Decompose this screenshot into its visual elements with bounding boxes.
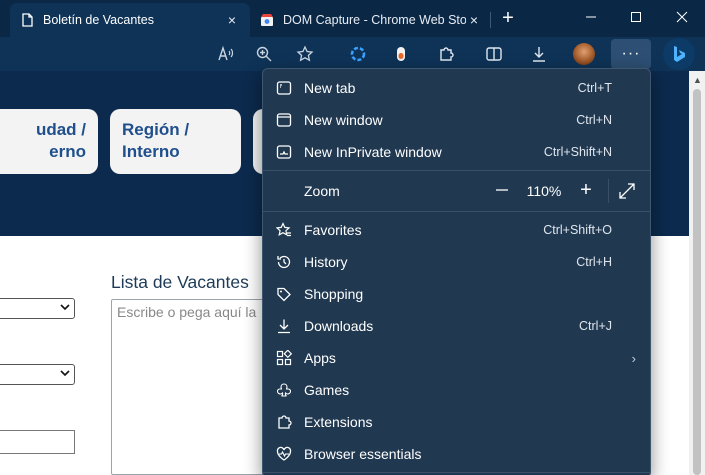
read-aloud-icon[interactable] — [213, 41, 239, 67]
scrollbar-thumb[interactable] — [693, 89, 701, 475]
extension-pill-icon[interactable] — [388, 41, 414, 67]
card-line: Interno — [122, 142, 180, 161]
menu-item-favorites[interactable]: Favorites Ctrl+Shift+O — [263, 214, 650, 246]
menu-item-label: Extensions — [304, 414, 373, 430]
menu-item-apps[interactable]: Apps › — [263, 342, 650, 374]
new-tab-button[interactable]: + — [497, 7, 519, 29]
settings-menu: New tab Ctrl+T New window Ctrl+N New InP… — [262, 68, 651, 475]
menu-item-label: New window — [304, 112, 383, 128]
zoom-in-button[interactable]: + — [575, 179, 597, 201]
card-line: Región / — [122, 120, 190, 139]
menu-item-new-window[interactable]: New window Ctrl+N — [263, 104, 650, 136]
shopping-tag-icon — [275, 285, 293, 303]
zoom-label: Zoom — [304, 183, 340, 199]
menu-item-label: History — [304, 254, 348, 270]
scroll-up-icon[interactable]: ▲ — [693, 75, 702, 85]
favorites-icon — [275, 221, 293, 239]
browser-essentials-icon — [275, 445, 293, 463]
menu-item-label: Browser essentials — [304, 446, 422, 462]
dropdown-select[interactable] — [0, 298, 75, 319]
card-line: erno — [49, 142, 86, 161]
fullscreen-icon[interactable] — [617, 181, 641, 205]
menu-item-shopping[interactable]: Shopping — [263, 278, 650, 310]
menu-item-new-tab[interactable]: New tab Ctrl+T — [263, 72, 650, 104]
menu-item-shortcut: Ctrl+Shift+N — [543, 145, 612, 159]
tab-strip: Boletín de Vacantes × DOM Capture - Chro… — [0, 0, 705, 37]
downloads-icon — [275, 317, 293, 335]
tab-dom-capture[interactable]: DOM Capture - Chrome Web Sto × — [252, 3, 490, 37]
zoom-separator — [608, 179, 609, 203]
chevron-right-icon: › — [631, 350, 636, 366]
chevron-down-icon — [60, 368, 70, 378]
menu-item-history[interactable]: History Ctrl+H — [263, 246, 650, 278]
tab-close-icon[interactable]: × — [466, 12, 482, 28]
new-tab-icon — [275, 79, 293, 97]
menu-item-downloads[interactable]: Downloads Ctrl+J — [263, 310, 650, 342]
maximize-button[interactable] — [625, 6, 647, 28]
extension-circle-icon[interactable] — [345, 41, 371, 67]
favorite-star-icon[interactable] — [292, 41, 318, 67]
dropdown-select[interactable] — [0, 364, 75, 385]
document-favicon-icon — [20, 13, 34, 27]
close-window-button[interactable] — [671, 6, 693, 28]
downloads-icon[interactable] — [526, 41, 552, 67]
menu-item-browser-essentials[interactable]: Browser essentials — [263, 438, 650, 470]
inprivate-icon — [275, 143, 293, 161]
page-scrollbar[interactable]: ▲ — [689, 71, 705, 475]
avatar — [573, 43, 595, 65]
zoom-level: 110% — [526, 183, 562, 199]
tab-title: Boletín de Vacantes — [43, 13, 154, 27]
menu-separator — [263, 211, 650, 212]
zoom-icon[interactable] — [251, 41, 277, 67]
menu-item-label: Shopping — [304, 286, 364, 302]
menu-item-label: Favorites — [304, 222, 362, 238]
split-screen-icon[interactable] — [481, 41, 507, 67]
menu-item-shortcut: Ctrl+H — [576, 255, 612, 269]
minimize-button[interactable] — [580, 6, 602, 28]
browser-window: Boletín de Vacantes × DOM Capture - Chro… — [0, 0, 705, 475]
vacancy-list-textarea[interactable]: Escribe o pega aquí la — [111, 299, 271, 475]
chrome-web-store-favicon-icon — [260, 13, 274, 27]
menu-item-games[interactable]: Games — [263, 374, 650, 406]
bing-copilot-icon[interactable] — [663, 38, 695, 70]
apps-icon — [275, 349, 293, 367]
new-window-icon — [275, 111, 293, 129]
filter-card-region[interactable]: Región / Interno — [110, 109, 241, 174]
menu-item-new-inprivate-window[interactable]: New InPrivate window Ctrl+Shift+N — [263, 136, 650, 168]
menu-item-label: Apps — [304, 350, 336, 366]
menu-item-shortcut: Ctrl+T — [577, 81, 612, 95]
games-icon — [275, 381, 293, 399]
card-line: udad / — [35, 120, 86, 139]
menu-item-shortcut: Ctrl+Shift+O — [543, 223, 612, 237]
history-icon — [275, 253, 293, 271]
menu-separator — [263, 170, 650, 171]
menu-separator — [263, 472, 650, 473]
menu-item-shortcut: Ctrl+N — [576, 113, 612, 127]
profile-avatar[interactable] — [571, 41, 597, 67]
zoom-row: Zoom 110% + — [263, 173, 650, 211]
menu-item-label: New InPrivate window — [304, 144, 442, 160]
toolbar: ··· — [0, 37, 705, 71]
settings-more-icon[interactable]: ··· — [611, 39, 651, 69]
menu-item-extensions[interactable]: Extensions — [263, 406, 650, 438]
menu-item-shortcut: Ctrl+J — [579, 319, 612, 333]
chevron-down-icon — [60, 302, 70, 312]
menu-item-label: Games — [304, 382, 350, 398]
menu-item-label: Downloads — [304, 318, 374, 334]
extensions-icon — [275, 413, 293, 431]
text-input[interactable] — [0, 430, 75, 454]
filter-card-unidad[interactable]: udad / erno — [0, 109, 98, 174]
tab-close-icon[interactable]: × — [224, 12, 240, 28]
tab-separator — [490, 12, 491, 28]
zoom-out-button[interactable] — [491, 179, 513, 201]
tab-boletin[interactable]: Boletín de Vacantes × — [10, 3, 250, 37]
extensions-puzzle-icon[interactable] — [433, 41, 459, 67]
tab-title: DOM Capture - Chrome Web Sto — [283, 13, 466, 27]
list-title: Lista de Vacantes — [111, 272, 249, 292]
menu-item-label: New tab — [304, 80, 356, 96]
textarea-placeholder: Escribe o pega aquí la — [117, 304, 257, 320]
